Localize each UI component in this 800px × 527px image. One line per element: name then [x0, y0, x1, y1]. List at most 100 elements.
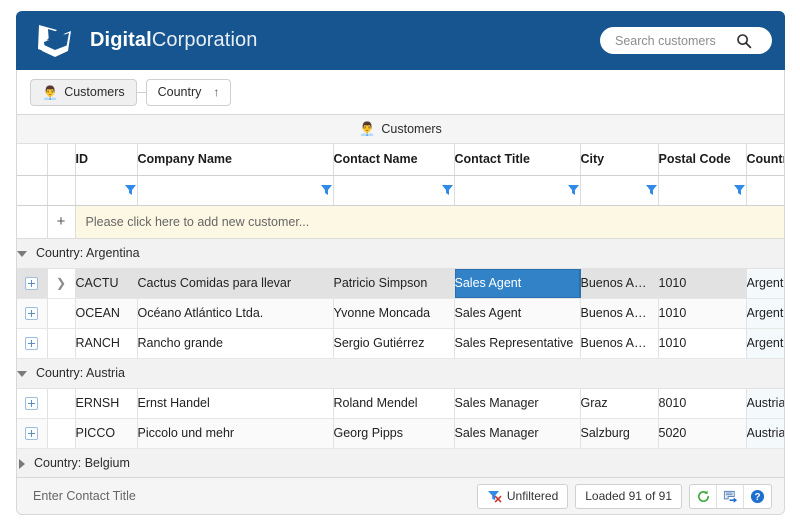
cell-contact-name[interactable]: Roland Mendel	[333, 388, 454, 418]
cell-contact-title[interactable]: Sales Manager	[454, 388, 580, 418]
status-bar-actions: Unfiltered Loaded 91 of 91	[477, 484, 772, 509]
cell-city[interactable]: Graz	[580, 388, 658, 418]
grid-header-row: ID Company Name Contact Name Contact Tit…	[17, 144, 785, 175]
table-row[interactable]: RANCH Rancho grande Sergio Gutiérrez Sal…	[17, 328, 785, 358]
col-header-contact-title[interactable]: Contact Title	[454, 144, 580, 175]
cell-id[interactable]: CACTU	[75, 268, 137, 298]
new-record-hint[interactable]: Please click here to add new customer...	[75, 205, 785, 238]
grid-caption-label: Customers	[381, 122, 441, 136]
load-status-button[interactable]: Loaded 91 of 91	[575, 484, 682, 509]
table-row[interactable]: ❯ CACTU Cactus Comidas para llevar Patri…	[17, 268, 785, 298]
edit-hint[interactable]: Enter Contact Title	[33, 489, 136, 503]
group-row-cell[interactable]: Country: Belgium	[17, 448, 785, 478]
col-header-id[interactable]: ID	[75, 144, 137, 175]
cell-company-name[interactable]: Ernst Handel	[137, 388, 333, 418]
cell-postal-code[interactable]: 8010	[658, 388, 746, 418]
col-header-city[interactable]: City	[580, 144, 658, 175]
cell-contact-name[interactable]: Georg Pipps	[333, 418, 454, 448]
filter-cell-id[interactable]	[75, 175, 137, 205]
row-expander-cell[interactable]	[17, 298, 47, 328]
cell-city[interactable]: Buenos A…	[580, 298, 658, 328]
cell-id[interactable]: RANCH	[75, 328, 137, 358]
row-expander-cell[interactable]	[17, 328, 47, 358]
current-row-indicator-cell	[47, 418, 75, 448]
group-row-austria[interactable]: Country: Austria	[17, 358, 785, 388]
search-box[interactable]	[600, 27, 772, 54]
cell-postal-code[interactable]: 1010	[658, 268, 746, 298]
row-expander-cell[interactable]	[17, 418, 47, 448]
cell-company-name[interactable]: Océano Atlántico Ltda.	[137, 298, 333, 328]
table-row[interactable]: PICCO Piccolo und mehr Georg Pipps Sales…	[17, 418, 785, 448]
plus-icon[interactable]: +	[47, 205, 75, 238]
expand-plus-icon[interactable]	[25, 337, 38, 350]
filter-funnel-icon[interactable]	[645, 183, 658, 196]
search-icon[interactable]	[736, 33, 752, 49]
col-header-country[interactable]: Country	[746, 144, 785, 175]
cell-country[interactable]: Argentina	[746, 328, 785, 358]
cell-postal-code[interactable]: 5020	[658, 418, 746, 448]
help-icon[interactable]: ?	[744, 485, 771, 508]
cell-postal-code[interactable]: 1010	[658, 328, 746, 358]
filter-funnel-icon[interactable]	[567, 183, 580, 196]
filter-cell-postal-code[interactable]	[658, 175, 746, 205]
cell-id[interactable]: PICCO	[75, 418, 137, 448]
cell-contact-name[interactable]: Patricio Simpson	[333, 268, 454, 298]
search-input[interactable]	[613, 33, 736, 49]
filter-cell-contact-name[interactable]	[333, 175, 454, 205]
cell-contact-name[interactable]: Yvonne Moncada	[333, 298, 454, 328]
filter-funnel-icon[interactable]	[441, 183, 454, 196]
filter-status-button[interactable]: Unfiltered	[477, 484, 568, 509]
chevron-right-icon[interactable]	[19, 459, 25, 469]
cell-contact-title[interactable]: Sales Agent	[454, 268, 580, 298]
col-header-company-name[interactable]: Company Name	[137, 144, 333, 175]
filter-funnel-icon[interactable]	[320, 183, 333, 196]
row-expander-cell[interactable]	[17, 268, 47, 298]
table-row[interactable]: OCEAN Océano Atlántico Ltda. Yvonne Monc…	[17, 298, 785, 328]
export-icon[interactable]	[717, 485, 744, 508]
filter-cell-company-name[interactable]	[137, 175, 333, 205]
cell-company-name[interactable]: Rancho grande	[137, 328, 333, 358]
cell-company-name[interactable]: Cactus Comidas para llevar	[137, 268, 333, 298]
group-label: Country: Austria	[36, 366, 125, 380]
cell-contact-title[interactable]: Sales Representative	[454, 328, 580, 358]
sort-ascending-icon[interactable]: ↑	[213, 85, 219, 99]
cell-country[interactable]: Argentina	[746, 268, 785, 298]
col-header-postal-code[interactable]: Postal Code	[658, 144, 746, 175]
expand-plus-icon[interactable]	[25, 307, 38, 320]
expand-plus-icon[interactable]	[25, 277, 38, 290]
filter-funnel-icon[interactable]	[124, 183, 137, 196]
col-header-contact-name[interactable]: Contact Name	[333, 144, 454, 175]
cell-city[interactable]: Buenos A…	[580, 328, 658, 358]
expand-plus-icon[interactable]	[25, 397, 38, 410]
cell-city[interactable]: Buenos A…	[580, 268, 658, 298]
cell-city[interactable]: Salzburg	[580, 418, 658, 448]
expand-plus-icon[interactable]	[25, 427, 38, 440]
chevron-down-icon[interactable]	[17, 371, 27, 377]
group-row-cell[interactable]: Country: Austria	[17, 358, 785, 388]
filter-cell-country[interactable]	[746, 175, 785, 205]
cell-contact-title[interactable]: Sales Manager	[454, 418, 580, 448]
table-row[interactable]: ERNSH Ernst Handel Roland Mendel Sales M…	[17, 388, 785, 418]
filter-cell-city[interactable]	[580, 175, 658, 205]
cell-id[interactable]: ERNSH	[75, 388, 137, 418]
cell-country[interactable]: Austria	[746, 418, 785, 448]
group-row-cell[interactable]: Country: Argentina	[17, 238, 785, 268]
cell-country[interactable]: Argentina	[746, 298, 785, 328]
new-record-row[interactable]: + Please click here to add new customer.…	[17, 205, 785, 238]
cell-company-name[interactable]: Piccolo und mehr	[137, 418, 333, 448]
cell-contact-title[interactable]: Sales Agent	[454, 298, 580, 328]
filter-funnel-icon[interactable]	[733, 183, 746, 196]
group-row-argentina[interactable]: Country: Argentina	[17, 238, 785, 268]
filter-cell-contact-title[interactable]	[454, 175, 580, 205]
tab-country[interactable]: Country ↑	[146, 79, 232, 106]
cell-postal-code[interactable]: 1010	[658, 298, 746, 328]
grid-caption: 👨‍💼 Customers	[17, 115, 784, 144]
tab-customers[interactable]: 👨‍💼 Customers	[30, 79, 137, 106]
chevron-down-icon[interactable]	[17, 251, 27, 257]
refresh-icon[interactable]	[690, 485, 717, 508]
row-expander-cell[interactable]	[17, 388, 47, 418]
cell-id[interactable]: OCEAN	[75, 298, 137, 328]
group-row-belgium[interactable]: Country: Belgium	[17, 448, 785, 478]
cell-contact-name[interactable]: Sergio Gutiérrez	[333, 328, 454, 358]
cell-country[interactable]: Austria	[746, 388, 785, 418]
